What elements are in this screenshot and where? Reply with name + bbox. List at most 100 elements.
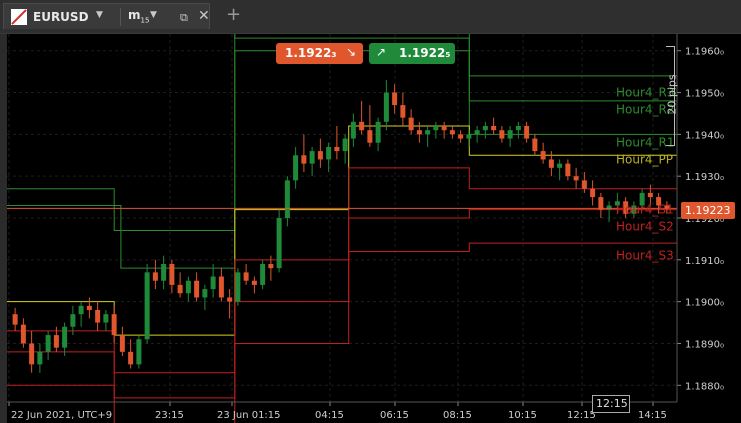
popout-icon[interactable]: ⧉ bbox=[180, 11, 188, 25]
price-chart[interactable]: Hour4_R3Hour4_R2Hour4_R1Hour4_PPHour4_S1… bbox=[7, 34, 741, 423]
symbol-tab[interactable]: EURUSD ▼ m15 ▼ ⧉ ✕ bbox=[3, 3, 210, 29]
x-tick-label: 06:15 bbox=[380, 410, 409, 421]
x-tick-label: 10:15 bbox=[508, 410, 537, 421]
candle-body bbox=[152, 272, 158, 281]
candle-body bbox=[441, 126, 447, 131]
candle-body bbox=[334, 146, 340, 152]
candle-body bbox=[293, 155, 299, 181]
candle-body bbox=[433, 126, 439, 131]
current-price: 1.19223 bbox=[685, 204, 731, 217]
candle-body bbox=[317, 151, 323, 160]
pivot-label-Hour4_S2: Hour4_S2 bbox=[616, 219, 674, 233]
candle-body bbox=[260, 264, 266, 285]
pivot-label-Hour4_PP: Hour4_PP bbox=[616, 152, 673, 166]
x-tick-label: 22 Jun 2021, UTC+9 bbox=[11, 410, 112, 421]
add-tab-icon[interactable]: + bbox=[226, 4, 241, 25]
candle-body bbox=[161, 264, 167, 281]
x-axis: 22 Jun 2021, UTC+9 23:15 23 Jun 01:15 04:15… bbox=[7, 401, 677, 421]
timeframe-dropdown-icon[interactable]: ▼ bbox=[150, 10, 157, 20]
candle-body bbox=[177, 284, 183, 294]
y-tick-label: 1.1910₀ bbox=[685, 256, 724, 267]
timeframe-sub-label: 15 bbox=[140, 16, 150, 25]
candle-body bbox=[548, 159, 554, 168]
crosshair-time-badge: 12:15 bbox=[592, 395, 630, 413]
buy-quote-button[interactable]: ↗ 1.1922₅ bbox=[369, 43, 455, 64]
candles bbox=[12, 80, 670, 373]
chart-area[interactable]: Hour4_R3 Hour4_R2 Hour4_R1 Hour4_PP Hour4_S1… bbox=[7, 34, 741, 423]
candle-body bbox=[276, 218, 282, 269]
candle-body bbox=[466, 134, 472, 139]
candle-body bbox=[29, 343, 35, 365]
crosshair-time: 12:15 bbox=[596, 397, 628, 410]
sell-quote-button[interactable]: 1.1922₃ ↘ bbox=[276, 43, 363, 64]
candle-body bbox=[144, 272, 150, 340]
candle-body bbox=[128, 351, 134, 365]
buy-price: 1.1922₅ bbox=[399, 46, 451, 60]
candle-body bbox=[62, 326, 68, 348]
candle-body bbox=[383, 92, 389, 122]
candle-body bbox=[532, 138, 538, 152]
pivot-label-Hour4_S3: Hour4_S3 bbox=[616, 249, 674, 263]
candle-body bbox=[507, 130, 513, 139]
candle-body bbox=[540, 151, 546, 160]
y-tick-label: 1.1890₀ bbox=[685, 339, 724, 350]
candle-body bbox=[235, 272, 241, 302]
candle-body bbox=[416, 130, 422, 135]
pivot-line-S1 bbox=[7, 167, 677, 374]
candle-body bbox=[95, 310, 101, 323]
candle-body bbox=[70, 314, 76, 327]
x-tick-label: 23 Jun 01:15 bbox=[217, 410, 281, 421]
candle-body bbox=[119, 335, 125, 352]
candle-body bbox=[350, 121, 356, 139]
candle-body bbox=[557, 163, 563, 168]
buy-arrow-icon: ↗ bbox=[376, 45, 387, 59]
candle-body bbox=[185, 280, 191, 294]
grid bbox=[7, 34, 677, 402]
candle-body bbox=[449, 130, 455, 135]
x-tick-label: 08:15 bbox=[443, 410, 472, 421]
x-tick-label: 04:15 bbox=[315, 410, 344, 421]
close-icon[interactable]: ✕ bbox=[198, 8, 210, 24]
candle-body bbox=[326, 146, 332, 160]
candle-body bbox=[309, 151, 315, 164]
candle-body bbox=[194, 280, 200, 298]
pivot-lines bbox=[7, 34, 677, 423]
candle-body bbox=[367, 130, 373, 143]
timeframe-button[interactable]: m15 bbox=[128, 8, 149, 24]
y-tick-label: 1.1900₀ bbox=[685, 298, 724, 309]
candle-body bbox=[111, 314, 117, 336]
candle-body bbox=[210, 276, 216, 290]
candle-body bbox=[474, 130, 480, 135]
y-tick-label: 1.1880₀ bbox=[685, 381, 724, 392]
candle-body bbox=[78, 305, 84, 315]
candle-body bbox=[359, 121, 365, 131]
timeframe-label: m bbox=[128, 8, 141, 22]
x-tick-label: 23:15 bbox=[155, 410, 184, 421]
sell-arrow-icon: ↘ bbox=[346, 45, 357, 59]
pivot-line-PP bbox=[7, 125, 677, 336]
candle-body bbox=[425, 130, 431, 135]
pivot-line-R1 bbox=[7, 50, 677, 269]
candle-body bbox=[103, 314, 109, 323]
candle-body bbox=[284, 180, 290, 218]
pivot-line-S2 bbox=[7, 209, 677, 399]
candle-body bbox=[243, 272, 249, 281]
candle-body bbox=[12, 314, 18, 325]
y-tick-label: 1.1940₀ bbox=[685, 130, 724, 141]
candle-body bbox=[590, 188, 596, 198]
candle-body bbox=[524, 126, 530, 139]
current-price-badge: 1.19223 bbox=[681, 202, 735, 219]
flag-icon bbox=[11, 9, 27, 25]
candle-body bbox=[227, 297, 233, 302]
candle-body bbox=[169, 264, 175, 285]
candle-body bbox=[136, 339, 142, 365]
candle-body bbox=[301, 155, 307, 164]
candle-body bbox=[392, 92, 398, 106]
candle-body bbox=[482, 126, 488, 131]
candle-body bbox=[573, 176, 579, 181]
candle-body bbox=[342, 138, 348, 152]
symbol-dropdown-icon[interactable]: ▼ bbox=[96, 10, 103, 20]
symbol-label[interactable]: EURUSD bbox=[33, 10, 89, 24]
candle-body bbox=[375, 121, 381, 143]
candle-body bbox=[268, 264, 274, 269]
